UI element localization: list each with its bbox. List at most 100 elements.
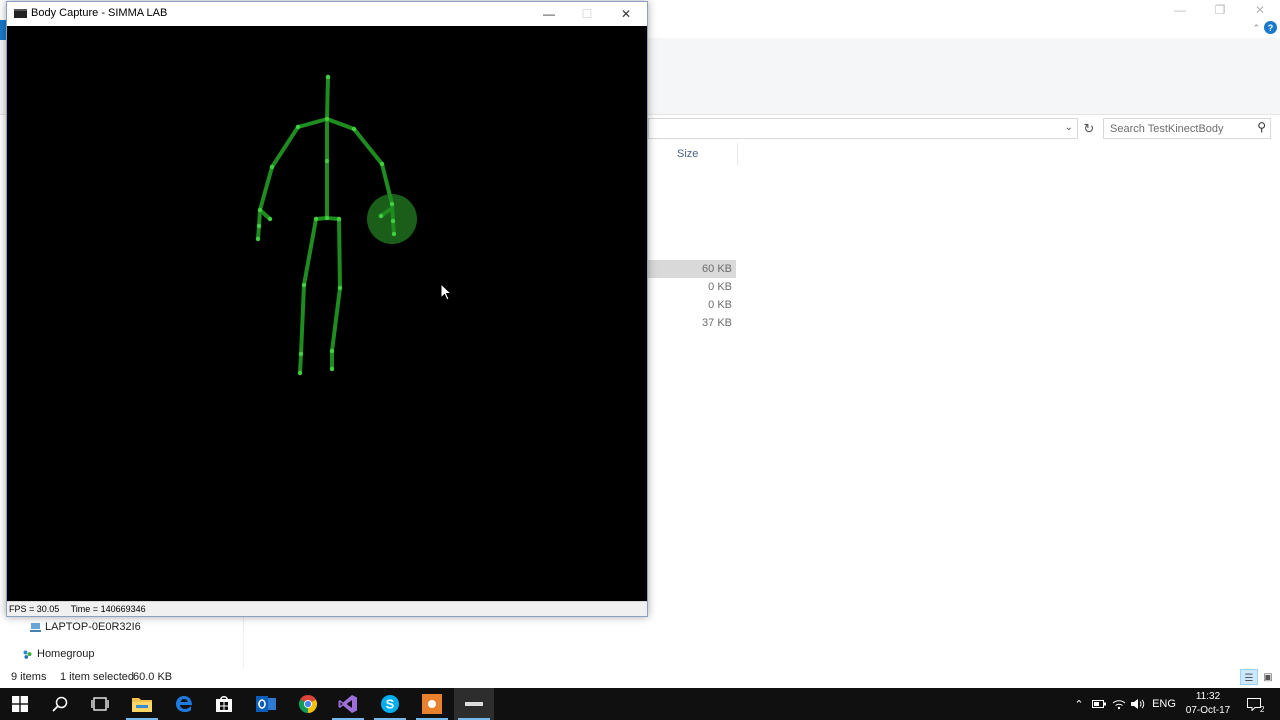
homegroup-icon: [23, 649, 32, 659]
joint-right-hip: [336, 216, 342, 222]
maximize-button[interactable]: ☐: [568, 2, 606, 26]
joint-right-hand-tip: [391, 231, 397, 237]
chrome-icon: [298, 694, 318, 713]
chevron-up-icon: ⌃: [1074, 698, 1084, 711]
joint-right-foot: [329, 366, 335, 372]
joint-left-hip: [313, 216, 319, 222]
joint-right-elbow: [379, 161, 385, 167]
body-tracking-viewport[interactable]: [7, 26, 647, 601]
language-indicator[interactable]: ENG: [1150, 688, 1178, 720]
joint-left-knee: [301, 282, 307, 288]
start-button[interactable]: [0, 688, 40, 720]
edge-icon: [176, 696, 192, 712]
refresh-icon: ↻: [1083, 120, 1095, 136]
taskbar: S ⌃ ENG 11:32 07-Oct-17 2: [0, 688, 1280, 720]
help-icon[interactable]: ?: [1264, 21, 1277, 34]
svg-text:S: S: [386, 697, 395, 712]
bone-right-shin: [330, 286, 342, 353]
explorer-minimize-button[interactable]: —: [1160, 0, 1200, 20]
body-capture-icon: [465, 702, 483, 706]
taskbar-skype[interactable]: S: [370, 688, 410, 720]
joint-head: [325, 74, 331, 80]
nav-item-label: Homegroup: [37, 648, 95, 660]
file-row-size[interactable]: 37 KB: [648, 314, 736, 332]
large-icons-view-icon: ▣: [1263, 672, 1273, 683]
joint-right-ankle: [329, 348, 335, 354]
computer-icon: [30, 622, 41, 632]
clock-time: 11:32: [1195, 691, 1221, 702]
taskbar-orange-app[interactable]: [412, 688, 452, 720]
bone-right-thigh: [337, 217, 342, 290]
battery-icon[interactable]: [1090, 688, 1108, 720]
explorer-close-button[interactable]: ✕: [1240, 0, 1280, 20]
store-icon: [216, 696, 232, 712]
joint-left-foot: [297, 370, 303, 376]
status-selection-size: 60.0 KB: [133, 671, 173, 683]
file-row-size[interactable]: 0 KB: [648, 278, 736, 296]
joint-right-wrist: [389, 201, 395, 207]
address-bar[interactable]: ⌄: [648, 118, 1078, 139]
column-header-size[interactable]: Size: [670, 143, 738, 165]
refresh-button[interactable]: ↻: [1079, 118, 1099, 139]
taskbar-file-explorer[interactable]: [122, 688, 162, 720]
action-center-button[interactable]: [1244, 688, 1264, 720]
status-item-count: 9 items: [11, 671, 47, 683]
notification-count-badge: 2: [1260, 705, 1265, 714]
minimize-button[interactable]: —: [530, 2, 568, 26]
ribbon-collapse-icon[interactable]: ⌃: [1252, 23, 1260, 34]
joint-right-shoulder: [351, 126, 357, 132]
orange-app-icon: [422, 694, 442, 714]
search-box[interactable]: ⚲: [1103, 118, 1271, 139]
file-explorer-icon: [132, 698, 152, 712]
details-view-button[interactable]: ☰: [1240, 669, 1258, 685]
joint-left-wrist: [257, 207, 263, 213]
taskbar-store[interactable]: [204, 688, 244, 720]
large-icons-view-button[interactable]: ▣: [1259, 669, 1277, 685]
app-window-icon: [14, 9, 27, 18]
file-row-size[interactable]: 0 KB: [648, 296, 736, 314]
close-button[interactable]: ✕: [607, 2, 645, 26]
file-row-size[interactable]: 60 KB: [648, 260, 736, 278]
taskbar-visual-studio[interactable]: [328, 688, 368, 720]
taskbar-clock[interactable]: 11:32 07-Oct-17: [1180, 690, 1236, 718]
joint-spine-base: [324, 215, 330, 221]
body-skeleton: [255, 74, 417, 376]
nav-item-laptop[interactable]: LAPTOP-0E0R32I6: [30, 618, 141, 636]
search-button[interactable]: [40, 688, 80, 720]
taskbar-body-capture[interactable]: [454, 688, 494, 720]
chevron-down-icon[interactable]: ⌄: [1065, 122, 1073, 133]
joint-right-hand: [390, 218, 396, 224]
volume-icon[interactable]: [1129, 688, 1147, 720]
outlook-icon: [256, 696, 276, 712]
capture-titlebar[interactable]: Body Capture - SIMMA LAB — ☐ ✕: [7, 2, 647, 26]
wifi-icon[interactable]: [1110, 688, 1128, 720]
details-view-icon: ☰: [1244, 673, 1254, 684]
joint-left-hand-tip: [255, 236, 261, 242]
bone-neck: [325, 75, 330, 121]
nav-pane-divider[interactable]: [243, 616, 244, 668]
joint-left-elbow: [269, 164, 275, 170]
notification-icon: [1247, 697, 1261, 711]
status-selection: 1 item selected: [60, 671, 134, 683]
mouse-cursor-icon: [440, 283, 452, 301]
joint-right-knee: [337, 285, 343, 291]
task-view-button[interactable]: [80, 688, 120, 720]
tray-overflow-button[interactable]: ⌃: [1070, 688, 1088, 720]
taskbar-edge[interactable]: [164, 688, 204, 720]
body-capture-window: Body Capture - SIMMA LAB — ☐ ✕ FPS = 30.…: [6, 1, 648, 617]
bone-left-shoulder: [296, 117, 329, 129]
search-input[interactable]: [1104, 119, 1244, 138]
bone-left-foot: [298, 352, 303, 375]
explorer-statusbar: 9 items 1 item selected 60.0 KB ☰ ▣: [0, 668, 1280, 688]
task-view-icon: [91, 697, 109, 711]
joint-left-hand: [256, 223, 262, 229]
joint-right-thumb: [378, 213, 384, 219]
explorer-restore-button[interactable]: ❐: [1200, 0, 1240, 20]
window-title: Body Capture - SIMMA LAB: [31, 7, 168, 19]
taskbar-chrome[interactable]: [288, 688, 328, 720]
joint-left-ankle: [298, 351, 304, 357]
nav-item-homegroup[interactable]: Homegroup: [22, 645, 94, 663]
bone-right-shoulder: [325, 117, 356, 131]
taskbar-outlook[interactable]: [246, 688, 286, 720]
search-icon: ⚲: [1257, 120, 1266, 134]
